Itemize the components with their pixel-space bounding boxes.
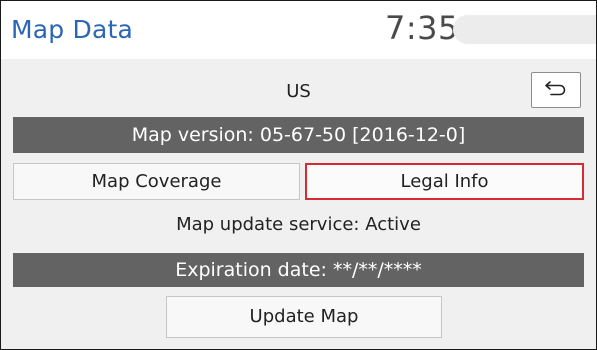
map-version-bar: Map version: 05-67-50 [2016-12-0] [13, 117, 584, 153]
service-status-text: Map update service: Active [176, 214, 421, 235]
status-area [453, 15, 596, 44]
expiration-date-bar: Expiration date: **/**/**** [13, 253, 584, 287]
region-label: US [286, 81, 311, 102]
header-bar: Map Data 7:35 [1, 1, 596, 59]
map-coverage-button[interactable]: Map Coverage [13, 163, 300, 200]
legal-info-button[interactable]: Legal Info [305, 163, 584, 200]
map-data-screen: Map Data 7:35 US Map version: 05-67-50 [… [0, 0, 597, 350]
page-title: Map Data [11, 15, 133, 44]
back-button[interactable] [531, 72, 581, 108]
clock: 7:35 [385, 9, 459, 47]
back-arrow-icon [543, 79, 569, 101]
update-map-button[interactable]: Update Map [166, 296, 442, 338]
